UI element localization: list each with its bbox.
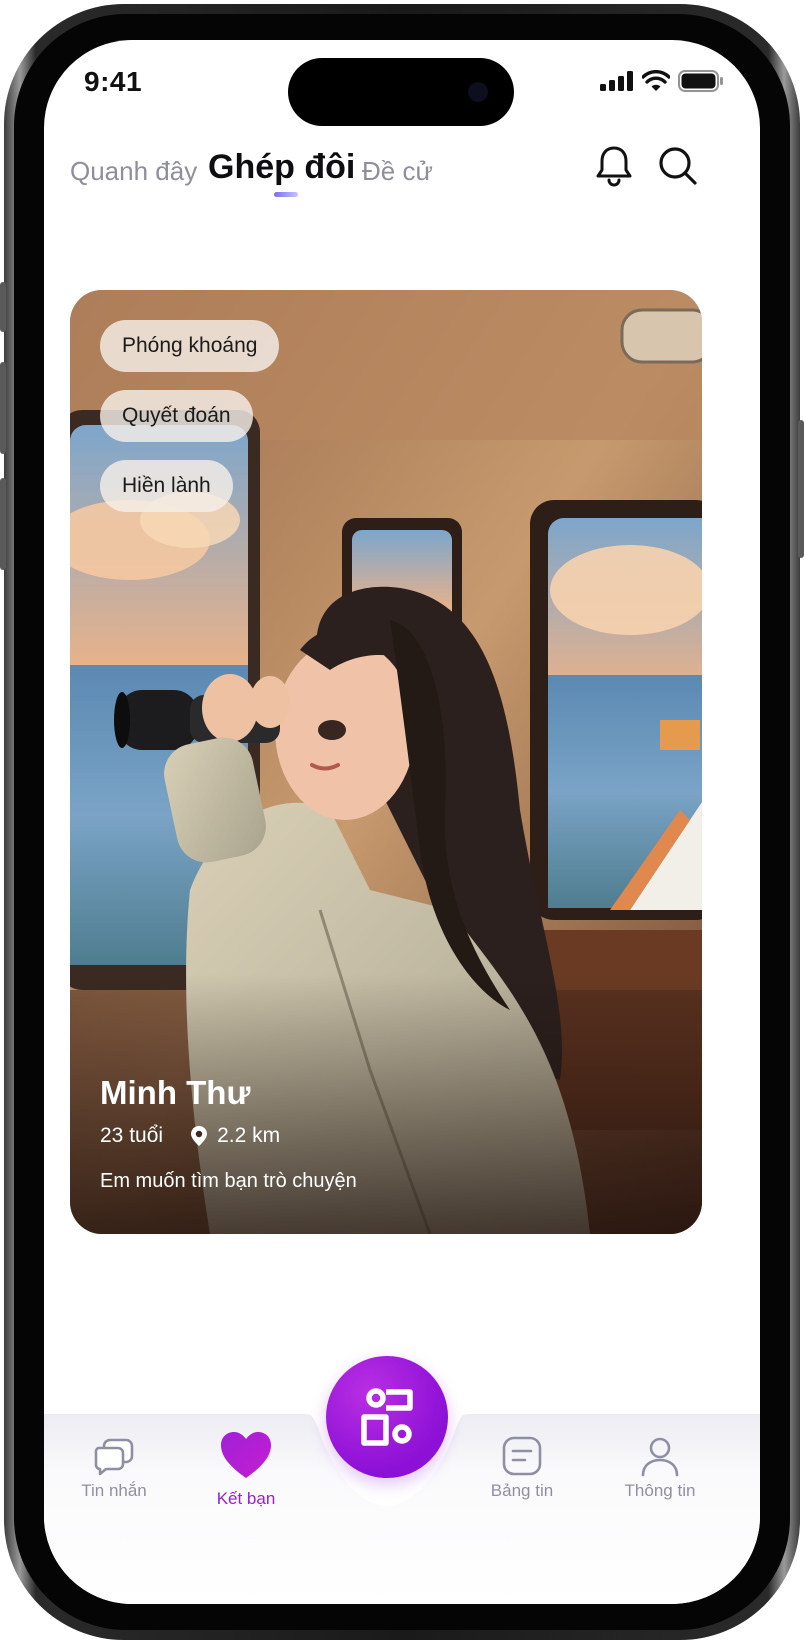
profile-name: Minh Thư [100,1074,251,1111]
nav-label-ket-ban: Kết bạn [216,1489,276,1508]
heart-icon [221,1432,271,1478]
phone-action-button [0,282,6,332]
active-tab-indicator [274,192,298,197]
nav-tin-nhan[interactable]: Tin nhắn [64,1434,164,1501]
phone-volume-down-button [0,478,6,570]
tab-quanh-day[interactable]: Quanh đây [70,156,197,187]
nav-ket-ban[interactable]: Kết bạn [196,1430,296,1509]
profile-distance: 2.2 km [217,1124,281,1147]
profile-meta: 23 tuổi 2.2 km [100,1124,280,1148]
location-pin-icon [191,1126,208,1146]
profile-card[interactable]: Phóng khoáng Quyết đoán Hiền lành Minh T… [70,290,702,1234]
user-icon [641,1437,679,1477]
match-action-button[interactable] [326,1356,448,1478]
search-icon[interactable] [656,144,700,188]
phone-power-button [798,420,804,558]
profile-bio: Em muốn tìm bạn trò chuyện [100,1170,357,1192]
camera-icon [468,82,488,102]
wifi-icon [642,70,670,91]
chat-icon [94,1438,134,1476]
phone-volume-up-button [0,362,6,454]
status-icons [600,70,724,92]
tag-chip: Phóng khoáng [100,320,280,372]
feed-icon [502,1436,542,1476]
bell-icon[interactable] [592,144,636,188]
tag-chip: Hiền lành [100,460,233,512]
nav-label-thong-tin: Thông tin [624,1481,696,1500]
match-icon [361,1388,413,1446]
nav-label-tin-nhan: Tin nhắn [81,1481,147,1500]
nav-label-bang-tin: Bảng tin [490,1481,554,1500]
status-time: 9:41 [84,66,143,97]
nav-bang-tin[interactable]: Bảng tin [472,1434,572,1501]
tab-ghep-doi[interactable]: Ghép đôi [208,148,355,187]
nav-thong-tin[interactable]: Thông tin [610,1434,710,1501]
tab-de-cu[interactable]: Đề cử [362,156,433,187]
profile-age: 23 tuổi [100,1124,164,1147]
battery-icon [678,70,723,92]
dynamic-island [288,58,514,126]
app-screen: 9:41 Quanh đây Ghép đôi Đề cử Phóng khoá… [44,40,760,1604]
tag-chip: Quyết đoán [100,390,253,442]
signal-icon [600,71,633,91]
